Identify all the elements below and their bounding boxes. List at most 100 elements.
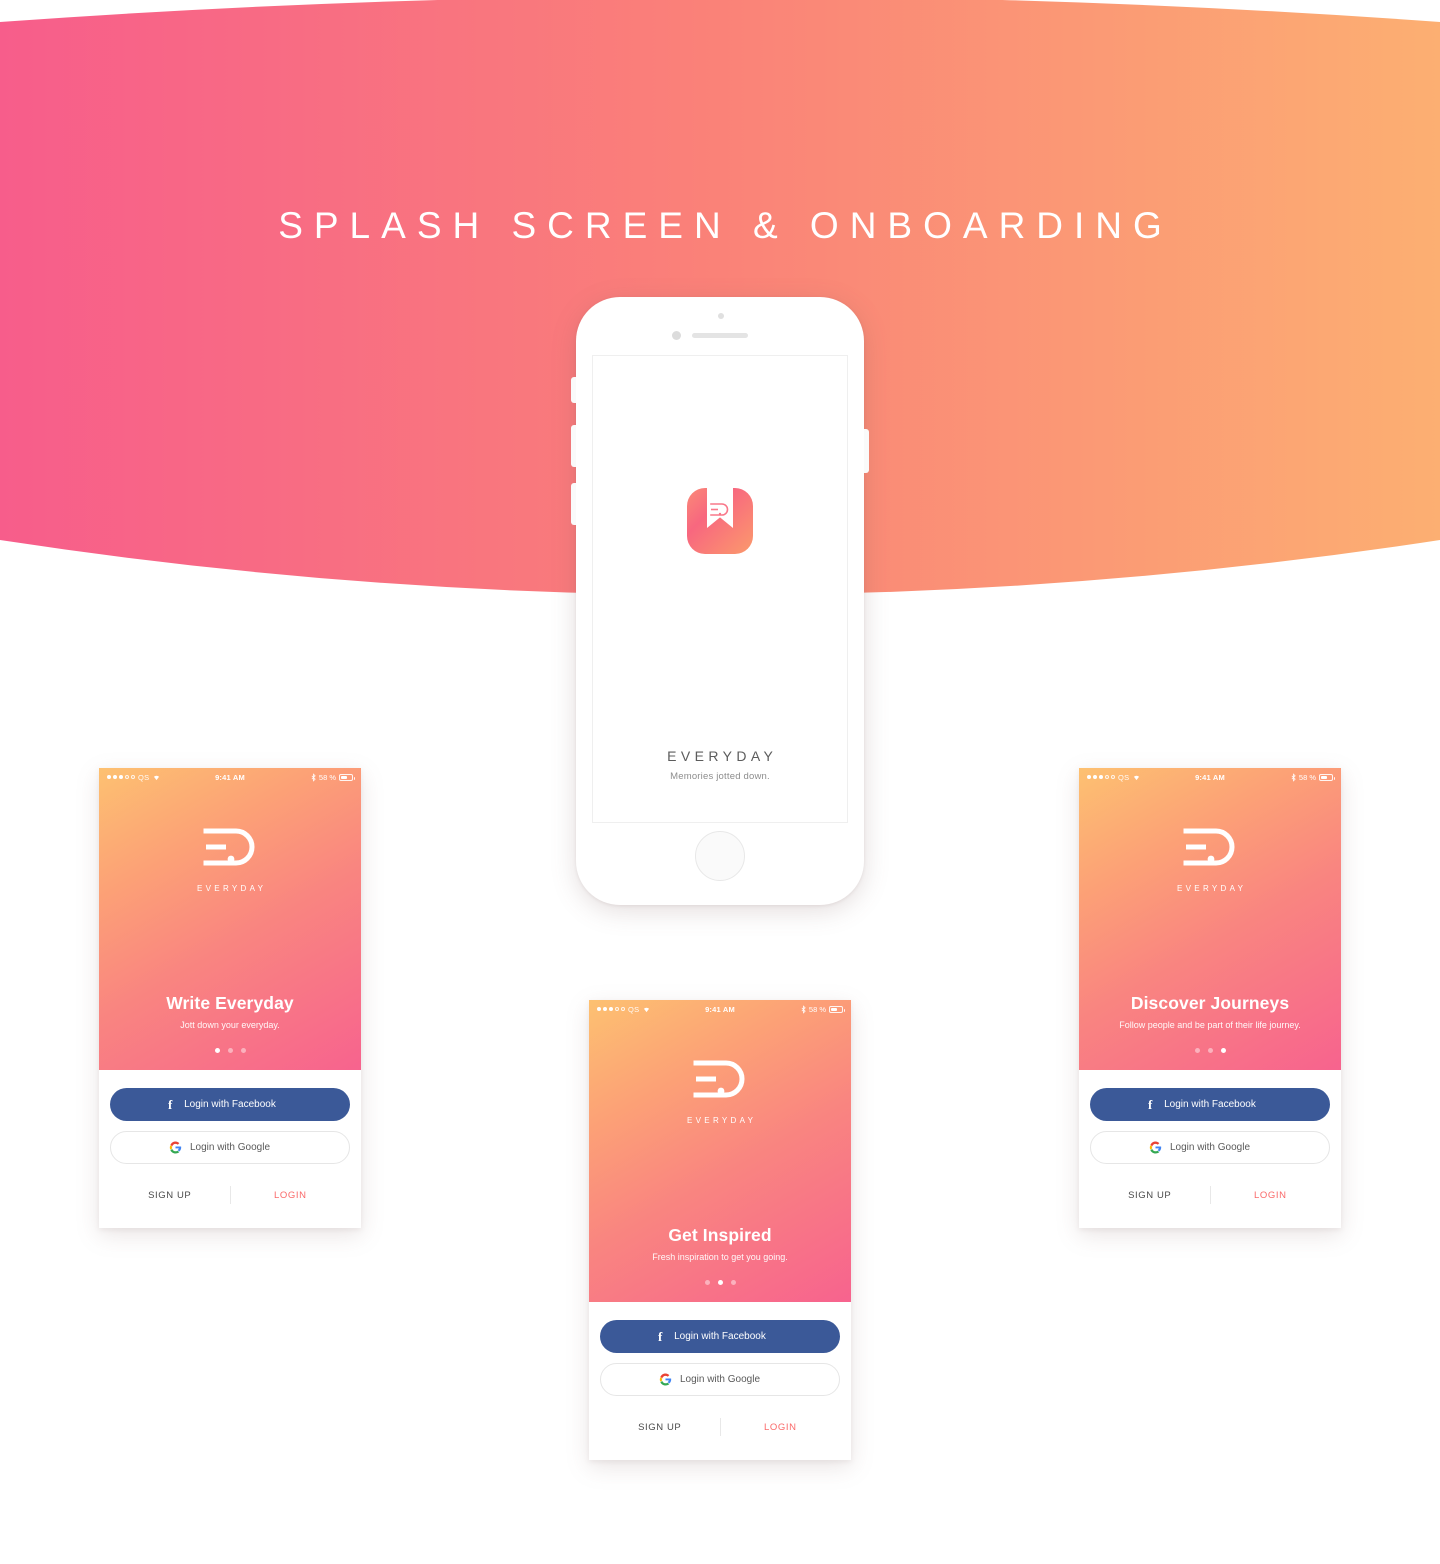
onboarding-subtitle: Fresh inspiration to get you going. [652, 1252, 788, 1262]
google-icon [169, 1141, 182, 1154]
status-bar-left: QS [597, 1005, 705, 1014]
onboarding-card-get-inspired: QS 9:41 AM 58 % EVERYDAY Get Inspired Fr… [589, 1000, 851, 1460]
page-dot-3[interactable] [240, 1048, 246, 1053]
phone-mute-switch [571, 377, 576, 403]
google-icon [659, 1373, 672, 1386]
login-link[interactable]: LOGIN [231, 1190, 351, 1201]
wifi-icon [1134, 775, 1140, 781]
phone-earpiece-speaker [692, 333, 748, 338]
onboarding-card-write-everyday: QS 9:41 AM 58 % EVERYDAY Write Everyday … [99, 768, 361, 1228]
onboarding-hero: QS 9:41 AM 58 % EVERYDAY Write Everyday … [99, 768, 361, 1070]
page-dot-3[interactable] [1220, 1048, 1226, 1053]
status-bar-right: 58 % [1225, 772, 1336, 782]
login-with-facebook-label: Login with Facebook [674, 1331, 766, 1342]
page-title: SPLASH SCREEN & ONBOARDING [278, 205, 1173, 246]
battery-percent-label: 58 % [318, 772, 337, 782]
sign-up-link[interactable]: SIGN UP [600, 1422, 720, 1433]
login-with-google-label: Login with Google [1169, 1142, 1251, 1153]
login-with-google-button[interactable]: Login with Google [1090, 1131, 1330, 1164]
everyday-bookmark-icon [687, 488, 753, 554]
carrier-label: QS [628, 1004, 640, 1014]
ed-logo-icon [1183, 828, 1235, 866]
page-dot-1[interactable] [214, 1048, 220, 1053]
auth-links: SIGN UP LOGIN [600, 1412, 840, 1442]
auth-section: f Login with Facebook Login with Google … [1079, 1070, 1341, 1210]
login-with-facebook-button[interactable]: f Login with Facebook [110, 1088, 350, 1121]
login-link[interactable]: LOGIN [1211, 1190, 1331, 1201]
battery-icon [1319, 773, 1336, 781]
page-dot-2[interactable] [1207, 1048, 1213, 1053]
battery-percent-label: 58 % [808, 1004, 827, 1014]
phone-volume-up-button [571, 425, 576, 467]
phone-mockup: EVERYDAY Memories jotted down. [571, 297, 869, 905]
onboarding-subtitle: Jott down your everyday. [180, 1020, 280, 1030]
facebook-icon: f [168, 1096, 173, 1112]
bluetooth-icon [801, 1004, 806, 1014]
signal-strength-icon [597, 1007, 625, 1011]
onboarding-hero: QS 9:41 AM 58 % EVERYDAY Discover Journe… [1079, 768, 1341, 1070]
carrier-label: QS [1118, 772, 1130, 782]
status-bar-left: QS [107, 773, 215, 782]
page-indicator[interactable] [589, 1280, 851, 1285]
login-with-facebook-button[interactable]: f Login with Facebook [600, 1320, 840, 1353]
login-link[interactable]: LOGIN [721, 1422, 841, 1433]
page-dot-3[interactable] [730, 1280, 736, 1285]
page-dot-1[interactable] [1194, 1048, 1200, 1053]
phone-front-camera [672, 331, 681, 340]
facebook-icon: f [658, 1328, 663, 1344]
auth-links: SIGN UP LOGIN [110, 1180, 350, 1210]
wifi-icon [644, 1007, 650, 1013]
login-with-google-label: Login with Google [679, 1374, 761, 1385]
carrier-label: QS [138, 772, 150, 782]
status-bar: QS 9:41 AM 58 % [1079, 768, 1341, 786]
page-dot-2[interactable] [717, 1280, 723, 1285]
login-with-google-label: Login with Google [189, 1142, 271, 1153]
phone-sensor-dot [718, 313, 724, 319]
splash-screen: EVERYDAY Memories jotted down. [592, 355, 848, 823]
page-indicator[interactable] [99, 1048, 361, 1053]
phone-power-button [864, 429, 869, 473]
onboarding-subtitle: Follow people and be part of their life … [1119, 1020, 1301, 1030]
signal-strength-icon [1087, 775, 1115, 779]
sign-up-link[interactable]: SIGN UP [110, 1190, 230, 1201]
sign-up-link[interactable]: SIGN UP [1090, 1190, 1210, 1201]
wifi-icon [154, 775, 160, 781]
brand-wordmark: EVERYDAY [687, 1116, 757, 1125]
status-bar-right: 58 % [245, 772, 356, 782]
login-with-facebook-label: Login with Facebook [184, 1099, 276, 1110]
brand-wordmark: EVERYDAY [1177, 884, 1247, 893]
page-dot-2[interactable] [227, 1048, 233, 1053]
auth-section: f Login with Facebook Login with Google … [589, 1302, 851, 1442]
page-dot-1[interactable] [704, 1280, 710, 1285]
onboarding-headline: Get Inspired [668, 1225, 772, 1245]
login-with-google-button[interactable]: Login with Google [600, 1363, 840, 1396]
google-icon [1149, 1141, 1162, 1154]
facebook-icon: f [1148, 1096, 1153, 1112]
ed-logo-icon [203, 828, 255, 866]
status-bar-left: QS [1087, 773, 1195, 782]
onboarding-hero: QS 9:41 AM 58 % EVERYDAY Get Inspired Fr… [589, 1000, 851, 1302]
bluetooth-icon [311, 772, 316, 782]
login-with-facebook-button[interactable]: f Login with Facebook [1090, 1088, 1330, 1121]
status-bar: QS 9:41 AM 58 % [99, 768, 361, 786]
status-bar-time: 9:41 AM [1195, 772, 1225, 782]
ed-monogram-icon [710, 503, 729, 516]
brand-wordmark: EVERYDAY [197, 884, 267, 893]
splash-tagline: Memories jotted down. [670, 771, 770, 782]
status-bar: QS 9:41 AM 58 % [589, 1000, 851, 1018]
splash-wordmark: EVERYDAY [667, 748, 778, 764]
login-with-google-button[interactable]: Login with Google [110, 1131, 350, 1164]
signal-strength-icon [107, 775, 135, 779]
onboarding-headline: Write Everyday [166, 993, 294, 1013]
bluetooth-icon [1291, 772, 1296, 782]
page-indicator[interactable] [1079, 1048, 1341, 1053]
auth-links: SIGN UP LOGIN [1090, 1180, 1330, 1210]
status-bar-right: 58 % [735, 1004, 846, 1014]
auth-section: f Login with Facebook Login with Google … [99, 1070, 361, 1210]
onboarding-card-discover-journeys: QS 9:41 AM 58 % EVERYDAY Discover Journe… [1079, 768, 1341, 1228]
phone-volume-down-button [571, 483, 576, 525]
onboarding-headline: Discover Journeys [1130, 993, 1290, 1013]
status-bar-time: 9:41 AM [215, 772, 245, 782]
login-with-facebook-label: Login with Facebook [1164, 1099, 1256, 1110]
phone-home-button[interactable] [695, 831, 745, 881]
